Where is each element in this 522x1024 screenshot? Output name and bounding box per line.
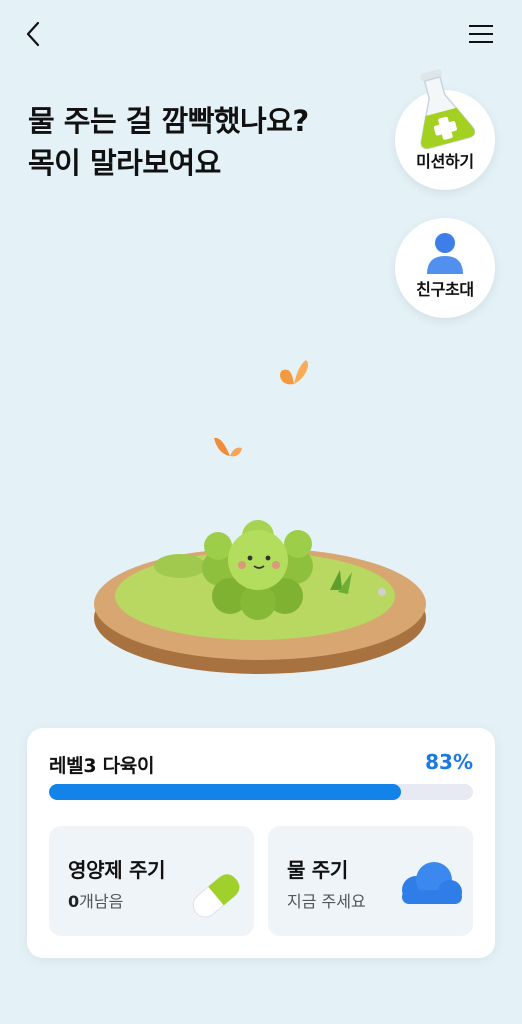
plant-status-card: 레벨3 다육이 83% 영양제 주기 0개남음 물 주기 지금 주세요 xyxy=(27,728,495,958)
title-line-1: 물 주는 걸 깜빡했나요? xyxy=(28,104,309,138)
level-label: 레벨3 다육이 xyxy=(49,755,155,777)
progress-fill xyxy=(49,784,401,800)
succulent-character-icon xyxy=(94,520,426,674)
invite-friend-button[interactable]: 친구초대 xyxy=(395,218,495,318)
chevron-left-icon xyxy=(26,21,40,47)
mission-label: 미션하기 xyxy=(416,152,474,171)
title-line-2: 목이 말라보여요 xyxy=(28,146,221,180)
butterfly-icon xyxy=(280,360,308,385)
pill-capsule-icon xyxy=(192,874,240,918)
menu-button[interactable] xyxy=(466,20,496,48)
water-button[interactable]: 물 주기 지금 주세요 xyxy=(268,826,473,936)
page-title: 물 주는 걸 깜빡했나요? 목이 말라보여요 xyxy=(28,100,309,184)
flask-icon xyxy=(420,69,475,150)
nutrient-title: 영양제 주기 xyxy=(68,858,166,882)
water-title: 물 주기 xyxy=(287,858,348,882)
water-subtitle: 지금 주세요 xyxy=(287,892,366,911)
hamburger-menu-icon xyxy=(469,25,493,43)
nutrient-count: 0개남음 xyxy=(68,892,124,911)
butterfly-icon xyxy=(214,437,242,457)
progress-percent: 83% xyxy=(425,750,473,774)
person-icon xyxy=(427,233,463,274)
back-button[interactable] xyxy=(18,18,50,50)
nutrient-button[interactable]: 영양제 주기 0개남음 xyxy=(49,826,254,936)
progress-bar xyxy=(49,784,473,800)
cloud-icon xyxy=(402,862,462,904)
invite-label: 친구초대 xyxy=(416,280,474,299)
